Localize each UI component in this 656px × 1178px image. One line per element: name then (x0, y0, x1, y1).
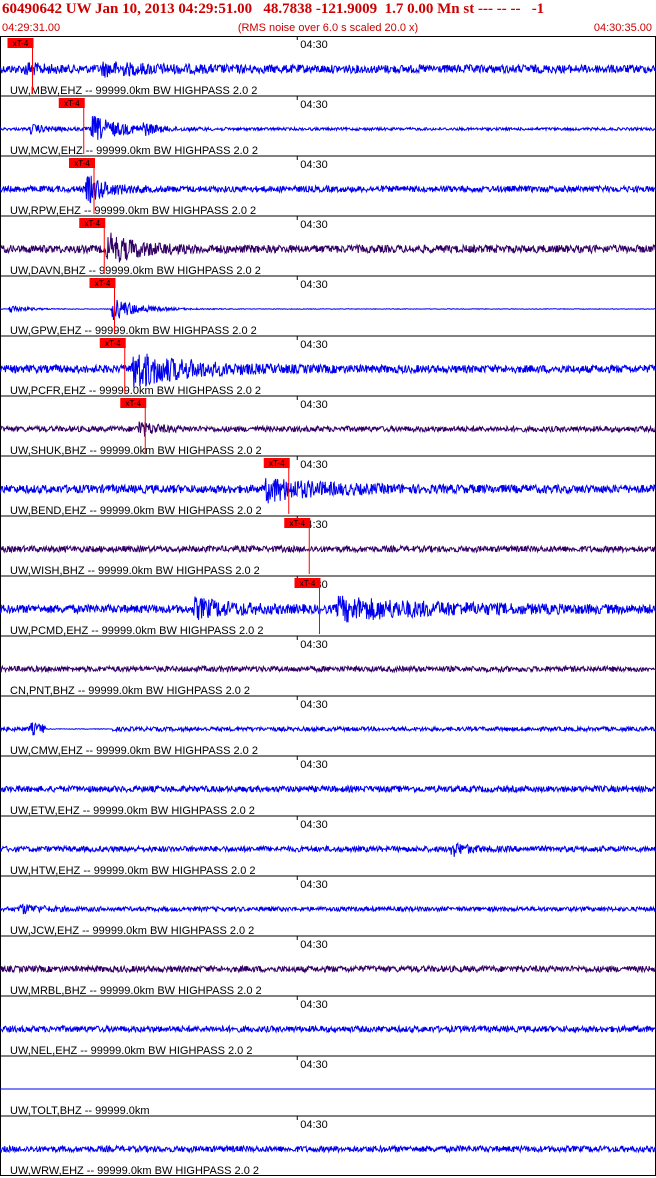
waveform-trace (0, 175, 656, 204)
time-marker-label: 04:30 (300, 99, 328, 111)
pick-label: xT-4 (300, 579, 316, 588)
time-marker-label: 04:30 (300, 759, 328, 771)
pick-label: xT-4 (95, 279, 111, 288)
time-marker-label: 04:30 (300, 279, 328, 291)
time-marker-label: 04:30 (300, 459, 328, 471)
pick-label: xT-4 (105, 339, 121, 348)
channel-label: UW,CMW,EHZ -- 99999.0km BW HIGHPASS 2.0 … (10, 745, 258, 757)
channel-label: UW,WRW,EHZ -- 99999.0km BW HIGHPASS 2.0 … (10, 1165, 259, 1177)
waveform-trace (0, 784, 656, 794)
channel-label: UW,HTW,EHZ -- 99999.0km BW HIGHPASS 2.0 … (10, 865, 256, 877)
time-marker-label: 04:30 (300, 159, 328, 171)
pick-label: xT-4 (84, 219, 100, 228)
waveform-trace (0, 722, 656, 736)
event-title: 60490642 UW Jan 10, 2013 04:29:51.00 48.… (2, 1, 545, 17)
pick-label: xT-4 (64, 99, 80, 108)
waveform-trace (0, 353, 656, 388)
waveform-trace (0, 299, 656, 321)
channel-label: UW,JCW,EHZ -- 99999.0km BW HIGHPASS 2.0 … (10, 925, 254, 937)
channel-label: UW,GPW,EHZ -- 99999.0km BW HIGHPASS 2.0 … (10, 325, 257, 337)
channel-label: UW,BEND,EHZ -- 99999.0km BW HIGHPASS 2.0… (10, 505, 262, 517)
time-marker-label: 04:30 (300, 399, 328, 411)
waveform-trace (0, 841, 656, 857)
channel-label: UW,MRBL,BHZ -- 99999.0km BW HIGHPASS 2.0… (10, 985, 262, 997)
channel-label: UW,PCMD,EHZ -- 99999.0km BW HIGHPASS 2.0… (10, 625, 263, 637)
channel-label: UW,PCFR,EHZ -- 99999.0km BW HIGHPASS 2.0… (10, 385, 261, 397)
waveform-trace (0, 964, 656, 974)
channel-label: UW,RPW,EHZ -- 99999.0km BW HIGHPASS 2.0 … (10, 205, 256, 217)
waveform-trace (0, 115, 656, 140)
rms-noise-note: (RMS noise over 6.0 s scaled 20.0 x) (237, 22, 419, 34)
waveform-trace (0, 61, 656, 78)
seismogram-plot: 04:30 UW,MBW,EHZ -- 99999.0km BW HIGHPASS… (0, 36, 656, 1177)
time-marker-label: 04:30 (300, 1119, 328, 1131)
waveform-trace (0, 1144, 656, 1154)
pick-label: xT-4 (289, 519, 305, 528)
time-marker-label: 04:30 (300, 819, 328, 831)
pick-label: xT-4 (74, 159, 90, 168)
waveform-trace (0, 595, 656, 623)
pick-label: xT-4 (125, 399, 141, 408)
waveform-trace (0, 478, 656, 504)
channel-label: UW,SHUK,BHZ -- 99999.0km BW HIGHPASS 2.0… (10, 445, 262, 457)
time-marker-label: 04:30 (300, 219, 328, 231)
waveform-trace (0, 1024, 656, 1034)
waveform-trace (0, 544, 656, 554)
time-marker-label: 04:30 (300, 699, 328, 711)
channel-label: UW,WISH,BHZ -- 99999.0km BW HIGHPASS 2.0… (10, 565, 260, 577)
waveform-trace (0, 421, 656, 437)
time-marker-label: 04:30 (300, 39, 328, 51)
end-time-label: 04:30:35.00 (593, 22, 652, 34)
time-marker-label: 04:30 (300, 939, 328, 951)
channel-label: UW,MCW,EHZ -- 99999.0km BW HIGHPASS 2.0 … (10, 145, 258, 157)
pick-label: xT-4 (269, 459, 285, 468)
channel-label: UW,MBW,EHZ -- 99999.0km BW HIGHPASS 2.0 … (10, 85, 257, 97)
channel-label: UW,NEL,EHZ -- 99999.0km BW HIGHPASS 2.0 … (10, 1045, 252, 1057)
time-marker-label: 04:30 (300, 339, 328, 351)
helicorder-header: 60490642 UW Jan 10, 2013 04:29:51.00 48.… (0, 0, 656, 36)
channel-label: UW,ETW,EHZ -- 99999.0km BW HIGHPASS 2.0 … (10, 805, 255, 817)
channel-label: UW,DAVN,BHZ -- 99999.0km BW HIGHPASS 2.0… (10, 265, 261, 277)
pick-label: xT-4 (13, 39, 29, 48)
waveform-trace (0, 664, 656, 674)
time-marker-label: 04:30 (300, 879, 328, 891)
time-marker-label: 04:30 (300, 1059, 328, 1071)
channel-label: CN,PNT,BHZ -- 99999.0km BW HIGHPASS 2.0 … (10, 685, 250, 697)
time-marker-label: 04:30 (300, 639, 328, 651)
channel-label: UW,TOLT,BHZ -- 99999.0km (10, 1105, 150, 1117)
waveform-trace (0, 232, 656, 263)
time-marker-label: 04:30 (300, 999, 328, 1011)
waveform-trace (0, 903, 656, 915)
